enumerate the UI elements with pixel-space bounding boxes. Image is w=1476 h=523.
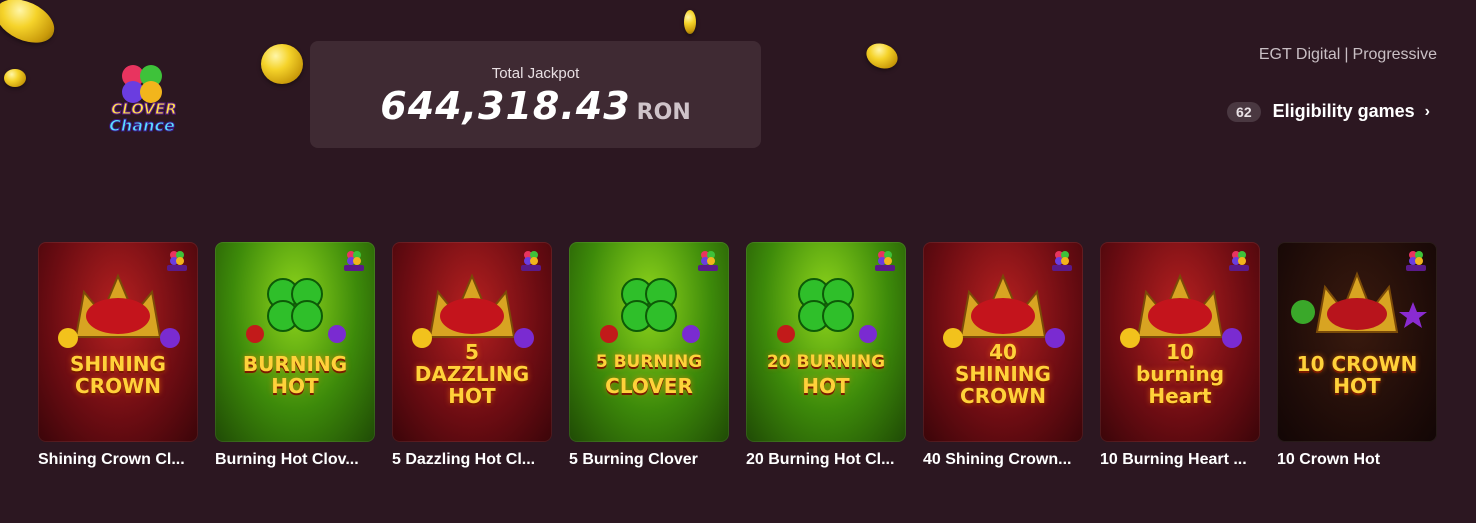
game-art-title: 20 BURNING — [766, 352, 886, 372]
eligibility-games-link[interactable]: 62 Eligibility games › — [1227, 101, 1430, 122]
game-thumbnail[interactable]: 5 BURNING CLOVER — [569, 242, 729, 442]
game-art-title: HOT — [802, 374, 850, 398]
game-thumbnail[interactable]: 10 burning Heart — [1100, 242, 1260, 442]
game-art-title: burning — [1135, 362, 1225, 386]
game-art-title: 5 BURNING — [595, 352, 703, 372]
game-title[interactable]: 10 Burning Heart ... — [1100, 451, 1260, 469]
game-art-title: 5 — [465, 340, 479, 364]
game-art-title: CROWN — [960, 384, 1046, 408]
game-title[interactable]: Burning Hot Clov... — [215, 451, 375, 469]
provider-separator: | — [1344, 46, 1349, 63]
game-thumbnail[interactable]: 5 DAZZLING HOT — [392, 242, 552, 442]
provider-info: EGT Digital | Progressive — [1259, 46, 1437, 64]
game-artwork — [246, 278, 346, 343]
game-thumbnail[interactable]: 10 CROWN HOT — [1277, 242, 1437, 442]
coin-decoration — [4, 69, 26, 87]
game-art-title: 10 — [1166, 340, 1194, 364]
coin-decoration — [684, 10, 696, 34]
game-art-title: DAZZLING — [414, 362, 530, 386]
coin-decoration — [261, 44, 303, 84]
game-art-title: Heart — [1148, 384, 1212, 408]
coin-decoration — [0, 0, 62, 52]
game-art-title: HOT — [448, 384, 496, 408]
jackpot-type: Progressive — [1352, 46, 1437, 63]
chevron-right-icon: › — [1424, 102, 1430, 120]
game-title[interactable]: 40 Shining Crown... — [923, 451, 1083, 469]
game-card[interactable]: 10 burning Heart 10 Burning Heart ... — [1100, 242, 1260, 469]
game-card[interactable]: SHINING CROWN Shining Crown Cl... — [38, 242, 198, 469]
game-art-title: HOT — [271, 374, 319, 398]
game-art-title: 10 CROWN — [1296, 352, 1418, 376]
game-artwork — [58, 273, 180, 348]
game-title[interactable]: 20 Burning Hot Cl... — [746, 451, 906, 469]
game-art-title: CLOVER — [605, 374, 693, 398]
game-thumbnail[interactable]: BURNING HOT — [215, 242, 375, 442]
jackpot-banner: CLOVER Chance Total Jackpot 644,318.43 RO… — [0, 0, 1476, 523]
clover-chance-logo: CLOVER Chance — [109, 65, 177, 136]
provider-name: EGT Digital — [1258, 46, 1341, 63]
jackpot-amount: 644,318.43 — [380, 84, 631, 128]
jackpot-amount-row: 644,318.43 RON — [310, 84, 761, 128]
game-thumbnail[interactable]: SHINING CROWN — [38, 242, 198, 442]
game-art-title: BURNING — [242, 352, 348, 376]
game-art-title: SHINING — [70, 352, 166, 376]
game-card[interactable]: 20 BURNING HOT 20 Burning Hot Cl... — [746, 242, 906, 469]
logo-text-line2: Chance — [109, 116, 175, 135]
game-title[interactable]: 5 Dazzling Hot Cl... — [392, 451, 552, 469]
game-title[interactable]: 5 Burning Clover — [569, 451, 729, 469]
game-artwork — [600, 278, 700, 343]
jackpot-panel: Total Jackpot 644,318.43 RON — [310, 41, 761, 148]
game-art-title: HOT — [1333, 374, 1381, 398]
game-artwork — [1291, 271, 1427, 333]
game-art-title: CROWN — [75, 374, 161, 398]
game-thumbnail[interactable]: 40 SHINING CROWN — [923, 242, 1083, 442]
game-card[interactable]: BURNING HOT Burning Hot Clov... — [215, 242, 375, 469]
game-art-title: 40 — [989, 340, 1017, 364]
game-card[interactable]: 5 BURNING CLOVER 5 Burning Clover — [569, 242, 729, 469]
game-thumbnail[interactable]: 20 BURNING HOT — [746, 242, 906, 442]
game-art-title: SHINING — [955, 362, 1051, 386]
coin-decoration — [862, 39, 902, 73]
eligibility-label: Eligibility games — [1272, 101, 1415, 121]
game-title[interactable]: 10 Crown Hot — [1277, 451, 1437, 469]
game-artwork — [777, 278, 877, 343]
game-card[interactable]: 5 DAZZLING HOT 5 Dazzling Hot Cl... — [392, 242, 552, 469]
games-list: SHINING CROWN Shining Crown Cl... BURNING HO… — [38, 242, 1437, 469]
game-title[interactable]: Shining Crown Cl... — [38, 451, 198, 469]
game-card[interactable]: 40 SHINING CROWN 40 Shining Crown... — [923, 242, 1083, 469]
eligibility-count-badge: 62 — [1227, 101, 1261, 122]
jackpot-currency: RON — [636, 100, 691, 125]
game-card[interactable]: 10 CROWN HOT 10 Crown Hot — [1277, 242, 1437, 469]
jackpot-label: Total Jackpot — [491, 65, 580, 82]
